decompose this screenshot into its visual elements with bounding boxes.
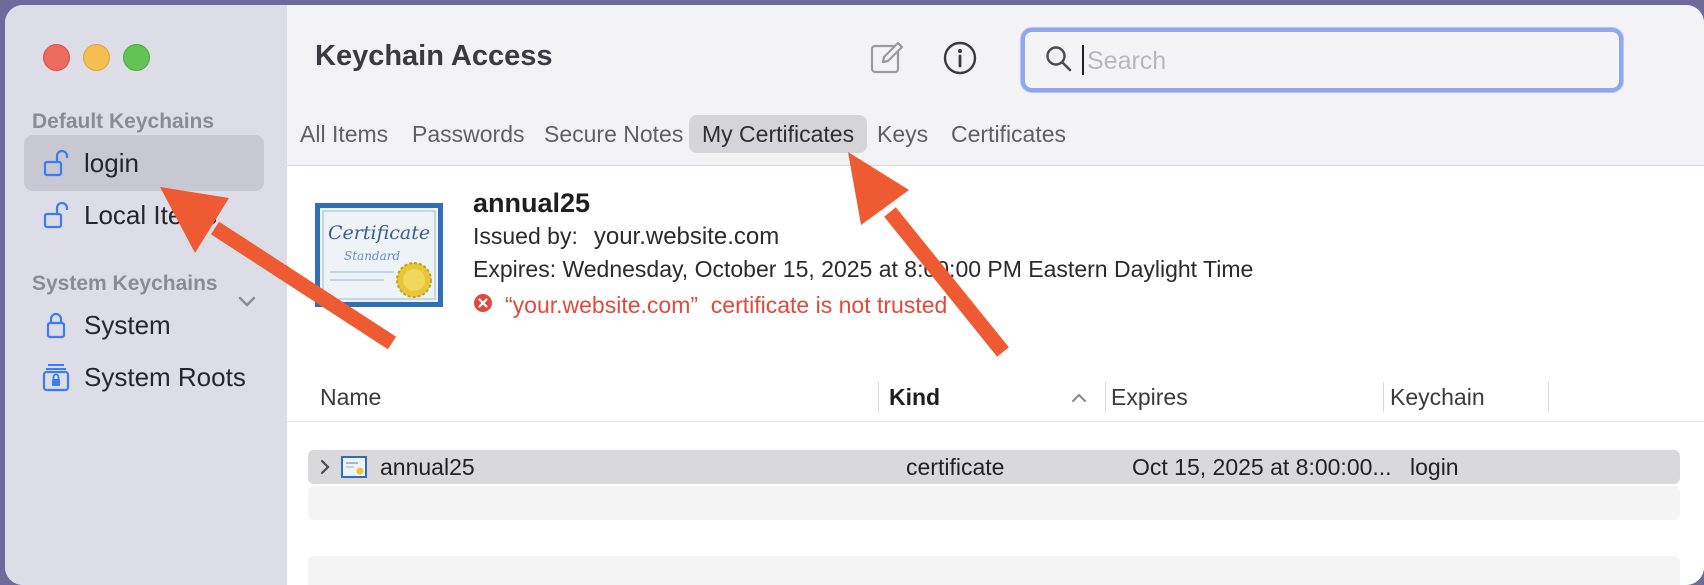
items-table: Name Kind Expires Keychain annual25 cert… [287,366,1704,585]
sidebar-item-label: System [84,309,171,340]
certificate-name: annual25 [473,188,591,218]
default-keychains-header: Default Keychains [32,110,215,133]
column-divider[interactable] [878,382,879,412]
certificate-image: Certificate Standard [314,202,443,307]
trust-warning: “your.website.com” certificate is not tr… [473,292,947,319]
column-header-keychain[interactable]: Keychain [1390,378,1485,416]
certificate-icon [340,455,368,484]
search-input[interactable] [1085,40,1589,82]
empty-row [308,556,1680,585]
sidebar-item-local-items[interactable]: Local Items [24,187,264,243]
issued-by-value: your.website.com [593,223,780,250]
cell-name: annual25 [380,454,475,480]
certificate-title-text: Certificate [328,222,430,244]
error-icon [473,292,493,319]
info-button[interactable] [940,40,980,80]
cell-expires: Oct 15, 2025 at 8:00:00... [1132,454,1392,480]
issued-by-line: Issued by: your.website.com [473,223,779,251]
column-header-expires[interactable]: Expires [1111,378,1188,416]
disclosure-chevron-icon[interactable] [318,458,332,481]
minimize-window-button[interactable] [83,44,110,71]
window-title: Keychain Access [315,40,553,72]
column-header-kind[interactable]: Kind [889,378,940,416]
padlock-icon [35,310,77,340]
certificate-subtitle-text: Standard [344,249,400,263]
cell-kind: certificate [906,454,1005,480]
column-divider[interactable] [1105,382,1106,412]
sidebar-item-label: login [84,147,139,178]
sidebar-item-label: Local Items [84,199,217,230]
column-divider[interactable] [1548,382,1549,412]
system-keychains-header: System Keychains [32,272,218,295]
tab-passwords[interactable]: Passwords [399,115,537,153]
tab-secure-notes[interactable]: Secure Notes [531,115,696,153]
issued-by-label: Issued by: [473,223,578,249]
keychain-window: Default Keychains login Local Items Syst… [5,5,1704,585]
close-window-button[interactable] [43,44,70,71]
sort-ascending-icon[interactable] [1070,391,1088,409]
tab-keys[interactable]: Keys [864,115,941,153]
sidebar-item-label: System Roots [84,361,246,392]
text-caret [1082,45,1084,75]
sidebar: Default Keychains login Local Items Syst… [5,5,288,585]
header-divider [287,421,1704,422]
column-header-name[interactable]: Name [320,378,381,416]
tab-my-certificates[interactable]: My Certificates [689,115,868,153]
sidebar-item-system-roots[interactable]: System Roots [24,349,264,405]
toolbar: Keychain Access All Items Passwords Secu… [287,5,1704,166]
column-divider[interactable] [1383,382,1384,412]
info-icon [942,40,978,81]
zoom-window-button[interactable] [123,44,150,71]
certificate-detail: Certificate Standard annual25 Issued by:… [287,166,1704,366]
search-field[interactable] [1021,28,1623,92]
expires-line: Expires: Wednesday, October 15, 2025 at … [473,256,1254,282]
unlocked-padlock-icon [35,148,77,178]
unlocked-padlock-icon [35,200,77,230]
cabinet-lock-icon [35,361,77,393]
table-row[interactable]: annual25 certificate Oct 15, 2025 at 8:0… [308,450,1680,484]
compose-icon [869,40,905,81]
empty-row [308,486,1680,520]
warning-text: certificate is not trusted [710,292,948,318]
sidebar-item-login[interactable]: login [24,135,264,191]
tab-all-items[interactable]: All Items [287,115,401,153]
tab-certificates[interactable]: Certificates [938,115,1079,153]
search-icon [1045,45,1073,78]
cell-keychain: login [1410,454,1459,480]
sidebar-item-system[interactable]: System [24,297,264,353]
warning-name: “your.website.com” [505,292,699,318]
new-item-button[interactable] [867,40,907,80]
